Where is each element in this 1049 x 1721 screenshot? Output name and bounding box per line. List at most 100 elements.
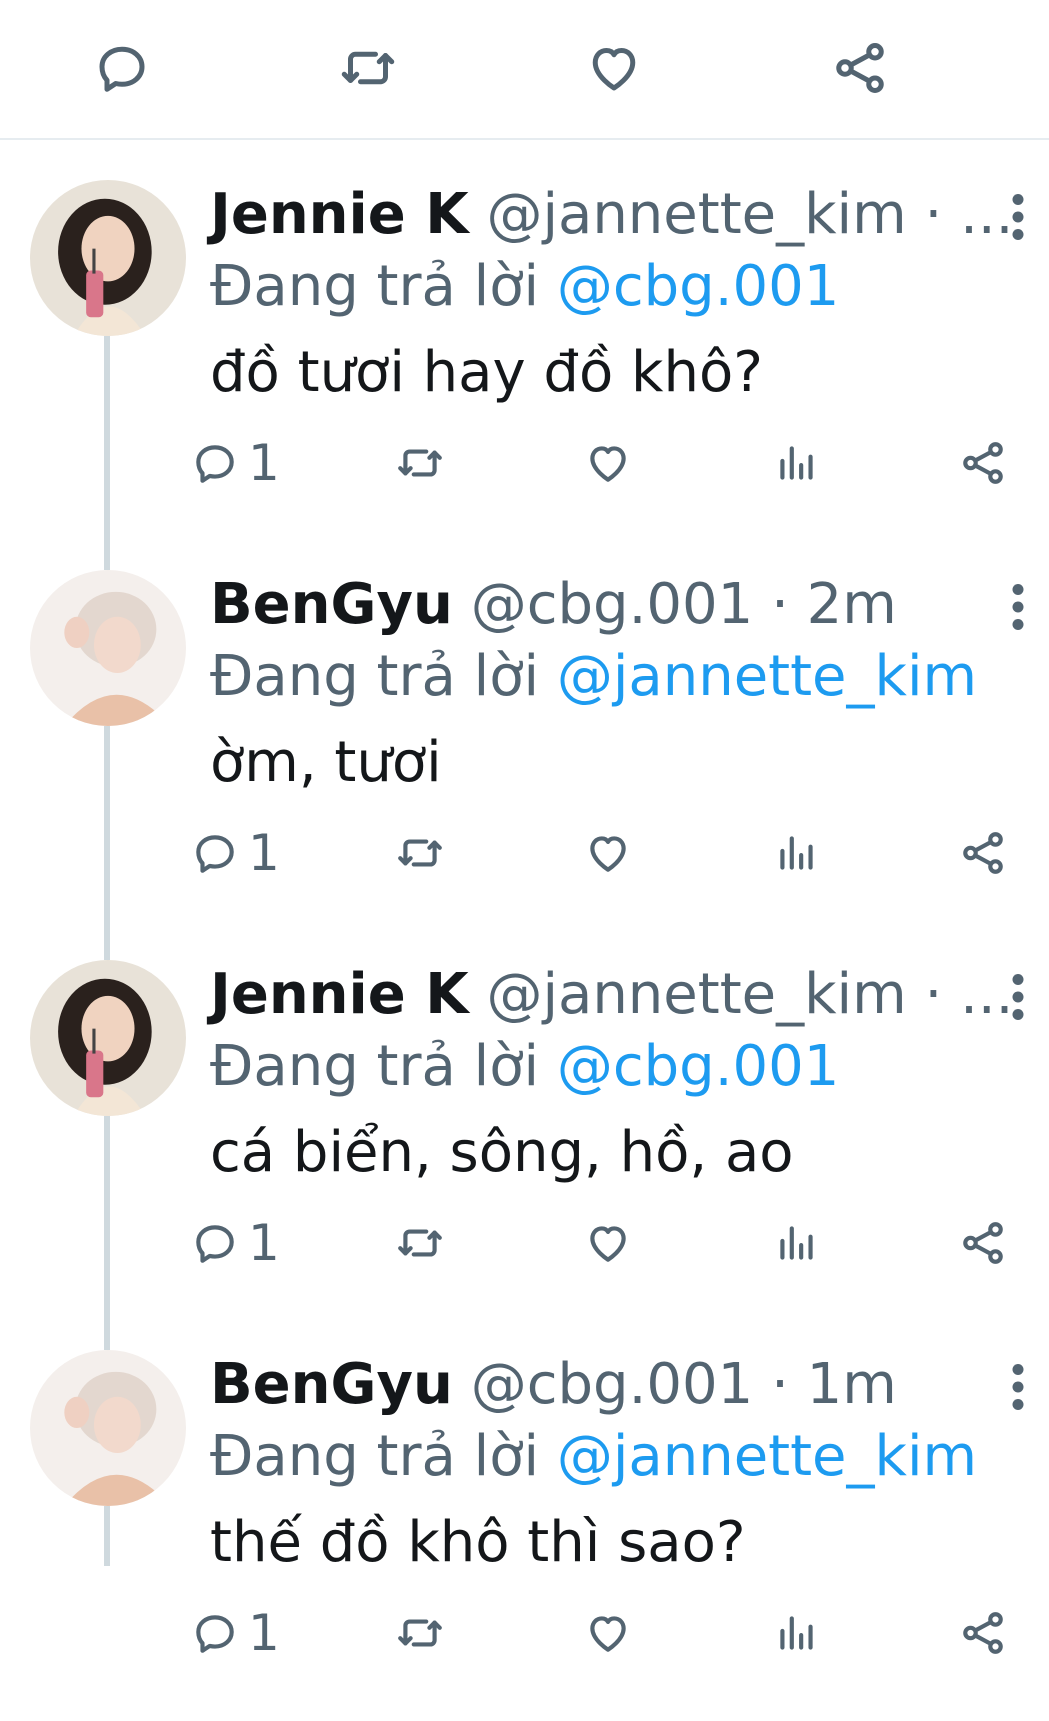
share-icon (963, 1612, 1003, 1654)
analytics-button[interactable] (772, 435, 822, 491)
reply-count: 1 (248, 434, 280, 492)
retweet-icon (398, 449, 442, 477)
share-button[interactable] (958, 435, 1008, 491)
tweet-text: đồ tươi hay đồ khô? (210, 340, 763, 405)
like-button[interactable] (584, 38, 644, 98)
display-name[interactable]: BenGyu (210, 572, 453, 637)
comment-icon (196, 445, 234, 483)
more-options-button[interactable] (998, 582, 1038, 632)
retweet-button[interactable] (395, 435, 445, 491)
analytics-icon (780, 836, 813, 870)
like-button[interactable] (583, 435, 633, 491)
retweet-icon (398, 1619, 442, 1647)
tweet[interactable]: Jennie K @jannette_kim · ... Đang trả lờ… (0, 160, 1049, 570)
replying-to: Đang trả lời @cbg.001 (210, 1032, 839, 1102)
user-handle[interactable]: @cbg.001 (471, 572, 754, 637)
analytics-icon (780, 446, 813, 480)
replying-to: Đang trả lời @jannette_kim (210, 642, 977, 712)
heart-icon (590, 1226, 626, 1262)
like-button[interactable] (583, 1215, 633, 1271)
heart-icon (592, 48, 636, 91)
share-icon (963, 442, 1003, 484)
analytics-button[interactable] (772, 825, 822, 881)
user-handle[interactable]: @jannette_kim (486, 182, 906, 247)
tweet-action-bar: 1 (0, 1215, 1049, 1275)
mention-link[interactable]: @jannette_kim (557, 644, 977, 709)
analytics-icon (780, 1616, 813, 1650)
replying-to-label: Đang trả lời (210, 254, 557, 319)
tweet-header: Jennie K @jannette_kim · ... (210, 960, 1013, 1030)
reply-button[interactable]: 1 (190, 825, 280, 881)
share-icon (836, 43, 884, 93)
tweet[interactable]: Jennie K @jannette_kim · ... Đang trả lờ… (0, 940, 1049, 1350)
tweet-text: thế đồ khô thì sao? (210, 1510, 746, 1575)
tweet[interactable]: BenGyu @cbg.001 · 1m Đang trả lời @janne… (0, 1330, 1049, 1720)
more-options-button[interactable] (998, 972, 1038, 1022)
thread-connector (104, 1506, 110, 1566)
more-vertical-icon (1012, 974, 1024, 1020)
more-options-button[interactable] (998, 192, 1038, 242)
retweet-button[interactable] (395, 1215, 445, 1271)
replying-to: Đang trả lời @cbg.001 (210, 252, 839, 322)
more-vertical-icon (1012, 584, 1024, 630)
share-button[interactable] (958, 1215, 1008, 1271)
user-handle[interactable]: @cbg.001 (471, 1352, 754, 1417)
replying-to-label: Đang trả lời (210, 1034, 557, 1099)
retweet-button[interactable] (338, 38, 398, 98)
share-icon (963, 1222, 1003, 1264)
retweet-icon (341, 51, 395, 85)
time-separator: · (753, 572, 807, 637)
display-name[interactable]: BenGyu (210, 1352, 453, 1417)
heart-icon (590, 1616, 626, 1652)
jennie-avatar-image (30, 960, 186, 1116)
tweet-action-bar: 1 (0, 825, 1049, 885)
tweet-action-bar: 1 (0, 435, 1049, 495)
share-button[interactable] (958, 825, 1008, 881)
comment-button[interactable] (92, 38, 152, 98)
more-vertical-icon (1012, 194, 1024, 240)
jennie-avatar[interactable] (30, 180, 186, 336)
bengyu-avatar-image (30, 570, 186, 726)
mention-link[interactable]: @jannette_kim (557, 1424, 977, 1489)
mention-link[interactable]: @cbg.001 (557, 254, 840, 319)
reply-button[interactable]: 1 (190, 435, 280, 491)
like-button[interactable] (583, 1605, 633, 1661)
bengyu-avatar-image (30, 1350, 186, 1506)
bengyu-avatar[interactable] (30, 1350, 186, 1506)
tweet[interactable]: BenGyu @cbg.001 · 2m Đang trả lời @janne… (0, 550, 1049, 960)
tweet-header: Jennie K @jannette_kim · ... (210, 180, 1013, 250)
comment-icon (196, 1615, 234, 1653)
bengyu-avatar[interactable] (30, 570, 186, 726)
tweet-text: ờm, tươi (210, 730, 442, 795)
replying-to-label: Đang trả lời (210, 644, 557, 709)
display-name[interactable]: Jennie K (210, 962, 469, 1027)
tweet-action-bar: 1 (0, 1605, 1049, 1665)
like-button[interactable] (583, 825, 633, 881)
reply-button[interactable]: 1 (190, 1605, 280, 1661)
time-separator: · (906, 182, 961, 247)
more-options-button[interactable] (998, 1362, 1038, 1412)
replying-to: Đang trả lời @jannette_kim (210, 1422, 977, 1492)
comment-icon (99, 46, 145, 92)
share-button[interactable] (830, 38, 890, 98)
tweet-time: 1m (806, 1352, 897, 1417)
display-name[interactable]: Jennie K (210, 182, 469, 247)
retweet-button[interactable] (395, 1605, 445, 1661)
tweet-header: BenGyu @cbg.001 · 2m (210, 570, 897, 640)
reply-button[interactable]: 1 (190, 1215, 280, 1271)
jennie-avatar[interactable] (30, 960, 186, 1116)
share-button[interactable] (958, 1605, 1008, 1661)
mention-link[interactable]: @cbg.001 (557, 1034, 840, 1099)
tweet-header: BenGyu @cbg.001 · 1m (210, 1350, 897, 1420)
comment-icon (196, 1225, 234, 1263)
jennie-avatar-image (30, 180, 186, 336)
user-handle[interactable]: @jannette_kim (486, 962, 906, 1027)
comment-icon (196, 835, 234, 873)
reply-count: 1 (248, 1604, 280, 1662)
heart-icon (590, 446, 626, 482)
analytics-button[interactable] (772, 1215, 822, 1271)
analytics-button[interactable] (772, 1605, 822, 1661)
retweet-button[interactable] (395, 825, 445, 881)
time-separator: · (906, 962, 961, 1027)
retweet-icon (398, 839, 442, 867)
